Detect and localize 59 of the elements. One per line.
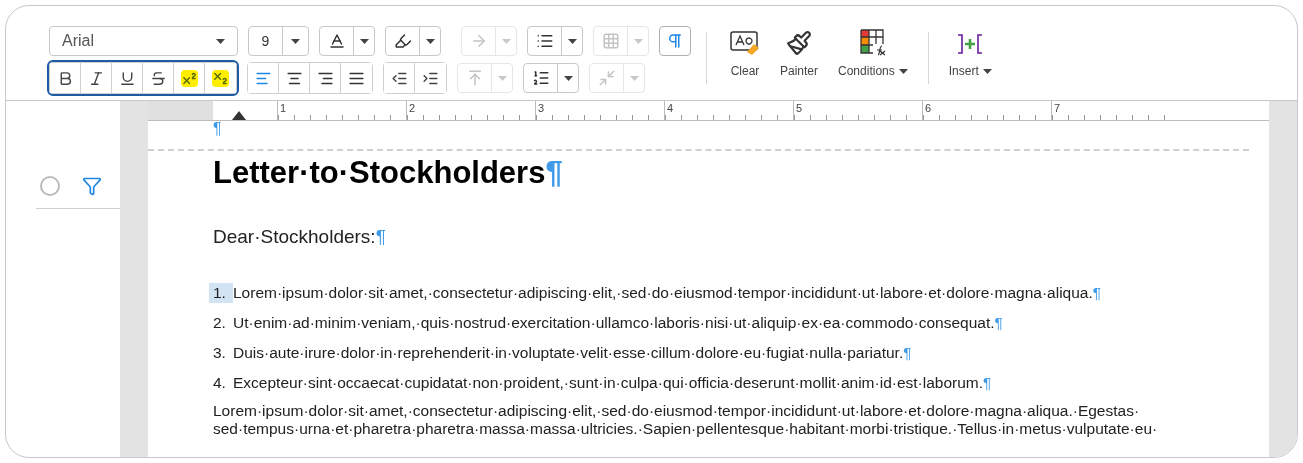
font-dropdown[interactable]: Arial (49, 26, 238, 56)
greeting-text: Dear·Stockholders:¶ (213, 225, 387, 249)
painter-button[interactable]: Painter (772, 26, 827, 86)
pilcrow-button[interactable] (659, 26, 691, 56)
list-item-text: Excepteur·sint·occaecat·cupidatat·non·proident,·sunt·in·culpa·qui·officia·deserunt·mollit·anim·id·est·laborum.¶ (233, 373, 992, 393)
caret-icon (291, 38, 300, 44)
caret-icon (629, 75, 639, 81)
highlight-icon (393, 32, 412, 50)
outdent-button[interactable] (384, 63, 415, 93)
list-item-text: Lorem·ipsum·dolor·sit·amet,·consectetur·adipiscing·elit,·sed·do·eiusmod·tempor·incididunt·ut·labore·et·dolore·magna·aliqua.¶ (233, 283, 1102, 303)
ruler-number: 6 (924, 101, 932, 116)
caret-icon (567, 38, 577, 44)
bold-button[interactable] (50, 63, 81, 93)
font-color-icon (327, 32, 346, 50)
bullets-dropdown[interactable] (527, 26, 583, 56)
underline-icon (118, 69, 136, 87)
filter-icon (82, 176, 102, 196)
numbering-icon (531, 69, 550, 87)
caret-icon (425, 38, 435, 44)
list-number: 1. (209, 283, 233, 303)
caret-icon (633, 38, 643, 44)
paintbrush-icon (786, 30, 812, 56)
conditional-table-icon (858, 28, 887, 56)
strikethrough-icon (149, 69, 167, 87)
caret-icon (898, 68, 908, 74)
ruler-number: 1 (279, 101, 287, 116)
font-color-dropdown[interactable] (319, 26, 375, 56)
ruler-number: 3 (537, 101, 545, 116)
caret-icon (216, 38, 225, 44)
caret-icon (501, 38, 511, 44)
highlight-dropdown[interactable] (385, 26, 441, 56)
numbering-dropdown[interactable] (523, 63, 579, 93)
caret-icon (563, 75, 573, 81)
clear-format-icon (730, 30, 760, 56)
ruler-number: 2 (408, 101, 416, 116)
font-size-dropdown[interactable]: 9 (248, 26, 309, 56)
bullets-icon (535, 32, 554, 50)
caret-icon (982, 68, 992, 74)
clear-button[interactable]: Clear (722, 26, 768, 86)
borders-icon (601, 32, 620, 50)
list-item-text: Ut·enim·ad·minim·veniam,·quis·nostrud·exercitation·ullamco·laboris·nisi·ut·aliquip·ex·ea·commodo·consequat.¶ (233, 313, 1003, 333)
body-paragraph: Lorem·ipsum·dolor·sit·amet,·consectetur·adipiscing·elit,·sed·do·eiusmod·tempor·incididunt·ut·labore·et·dolore·magna·aliqua.·Egestas· sed·tempus·urna·et·pharetra·pharetra·massa·massa·ultricies.·Sapien·pellentesque·habitant·morbi·tristique.·Tellus·in·metus·vulputate·eu· (213, 402, 1159, 438)
list-number: 3. (212, 343, 227, 363)
ruler-number: 4 (666, 101, 674, 116)
radio-button[interactable] (40, 176, 60, 196)
list-number: 4. (212, 373, 227, 393)
document-title: Letter·to·Stockholders¶ (213, 155, 564, 191)
list-number: 2. (212, 313, 227, 333)
insert-button[interactable]: Insert (940, 26, 1000, 86)
conditions-button[interactable]: Conditions (830, 26, 916, 86)
caret-icon (497, 75, 507, 81)
ruler-number: 7 (1053, 101, 1061, 116)
paragraph-mark: ¶ (213, 121, 222, 137)
ruler-number: 5 (795, 101, 803, 116)
margins-icon (597, 69, 616, 87)
align-left-button[interactable] (248, 63, 279, 93)
pilcrow-icon (666, 32, 684, 50)
caret-icon (359, 38, 369, 44)
list-item-text: Duis·aute·irure·dolor·in·reprehenderit·in·voluptate·velit·esse·cillum·dolore·eu·fugiat·nulla·pariatur.¶ (233, 343, 912, 363)
